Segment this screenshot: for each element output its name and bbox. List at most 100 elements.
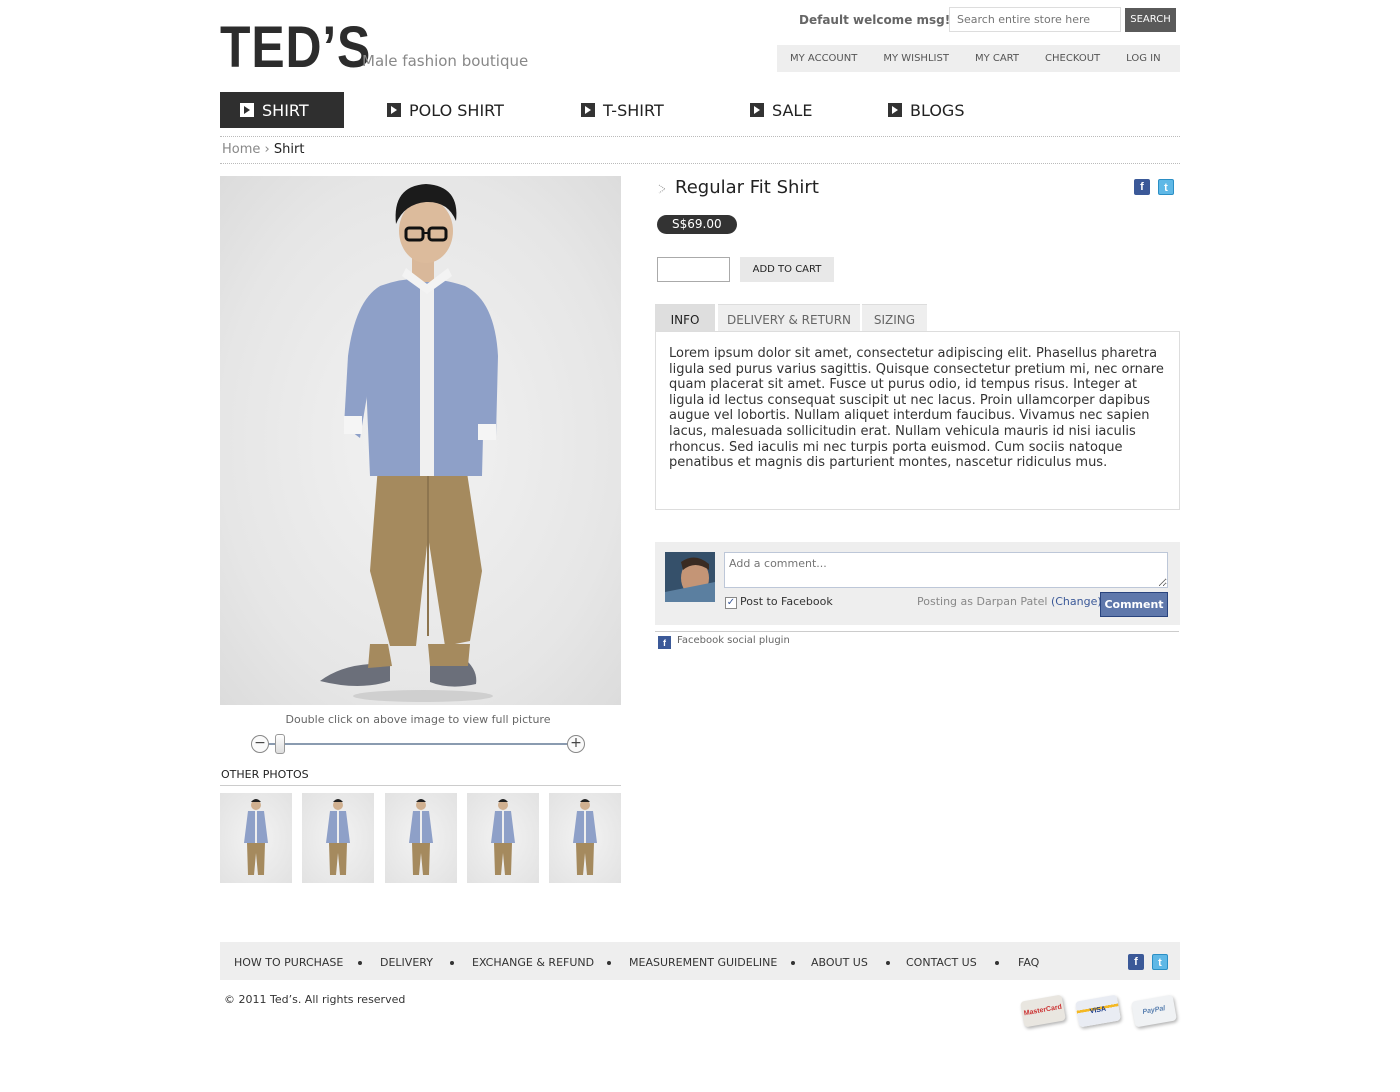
nav-item-label: POLO SHIRT [409,100,504,120]
breadcrumb-home[interactable]: Home [222,142,260,157]
footer-link-delivery[interactable]: DELIVERY [380,956,433,969]
quantity-input[interactable] [657,257,730,282]
site-tagline: Male fashion boutique [362,52,529,70]
post-to-facebook-label: Post to Facebook [740,595,833,608]
product-price: S$69.00 [657,215,737,234]
tab-info[interactable]: INFO [655,304,715,332]
nav-item-label: T-SHIRT [603,100,664,120]
nav-item-blogs[interactable]: BLOGS [888,92,964,128]
divider [655,631,1179,632]
divider [220,785,621,786]
footer-separator [358,961,362,965]
paypal-icon: PayPal [1131,994,1177,1028]
page-container: TEDʼS Male fashion boutique Default welc… [220,0,1180,1092]
copyright: © 2011 Ted’s. All rights reserved [224,993,406,1006]
footer-link-contact-us[interactable]: CONTACT US [906,956,977,969]
zoom-handle[interactable] [275,734,285,754]
nav-item-label: SALE [772,100,813,120]
model-thumbnail-image [491,799,515,875]
thumbnail-5[interactable] [549,793,621,883]
change-account-link[interactable]: (Change) [1051,595,1102,608]
welcome-message: Default welcome msg! [799,13,951,27]
zoom-in-icon[interactable]: + [567,735,585,753]
facebook-icon[interactable]: f [1128,954,1144,970]
model-thumbnail-image [409,799,433,875]
posting-as-label: Posting as Darpan Patel (Change) [917,595,1102,608]
my-cart-link[interactable]: MY CART [975,53,1019,64]
facebook-share-icon[interactable]: f [1134,179,1150,195]
log-in-link[interactable]: LOG IN [1126,53,1160,64]
breadcrumb-separator: › [264,142,270,157]
post-to-facebook-checkbox[interactable]: ✓ [725,597,737,609]
footer-separator [791,961,795,965]
tab-panel-info: Lorem ipsum dolor sit amet, consectetur … [655,331,1180,510]
thumbnail-strip [220,793,621,883]
site-logo[interactable]: TEDʼS [220,18,371,78]
thumbnail-2[interactable] [302,793,374,883]
model-thumbnail-image [244,799,268,875]
nav-item-polo-shirt[interactable]: POLO SHIRT [387,92,504,128]
other-photos-title: OTHER PHOTOS [221,768,309,781]
footer-separator [995,961,999,965]
image-hint: Double click on above image to view full… [285,713,551,726]
facebook-plugin-link[interactable]: Facebook social plugin [677,635,790,646]
breadcrumb-current: Shirt [273,142,305,157]
visa-icon: VISA [1075,994,1121,1028]
footer-link-faq[interactable]: FAQ [1018,956,1039,969]
arrow-right-icon [888,103,902,117]
footer-separator [886,961,890,965]
zoom-out-icon[interactable]: − [251,735,269,753]
thumbnail-1[interactable] [220,793,292,883]
checkout-link[interactable]: CHECKOUT [1045,53,1100,64]
nav-item-label: SHIRT [262,100,309,120]
arrow-right-icon [240,103,254,117]
breadcrumb: Home › Shirt [222,142,304,157]
my-wishlist-link[interactable]: MY WISHLIST [883,53,949,64]
nav-item-shirt[interactable]: SHIRT [220,92,344,128]
footer-link-exchange-refund[interactable]: EXCHANGE & REFUND [472,956,594,969]
footer-link-how-to-purchase[interactable]: HOW TO PURCHASE [234,956,343,969]
main-nav: SHIRT POLO SHIRT T-SHIRT SALE BLOGS [220,92,1180,128]
divider [220,136,1180,137]
comment-button[interactable]: Comment [1100,592,1168,617]
zoom-slider[interactable]: − + [251,734,586,754]
zoom-track [269,743,567,745]
add-to-cart-button[interactable]: ADD TO CART [740,257,834,282]
model-thumbnail-image [326,799,350,875]
tab-delivery-return[interactable]: DELIVERY & RETURN [718,304,860,332]
nav-item-t-shirt[interactable]: T-SHIRT [581,92,664,128]
product-title: Regular Fit Shirt [675,177,819,198]
posting-as-text: Posting as Darpan Patel [917,595,1048,608]
footer-link-about-us[interactable]: ABOUT US [811,956,868,969]
product-description: Lorem ipsum dolor sit amet, consectetur … [669,346,1164,471]
avatar [665,552,715,602]
twitter-icon[interactable]: t [1152,954,1168,970]
title-arrow-icon [658,184,666,194]
facebook-icon: f [658,636,671,649]
footer-separator [607,961,611,965]
thumbnail-4[interactable] [467,793,539,883]
nav-item-label: BLOGS [910,100,965,120]
footer-link-measurement-guideline[interactable]: MEASUREMENT GUIDELINE [629,956,777,969]
my-account-link[interactable]: MY ACCOUNT [790,53,857,64]
tab-sizing[interactable]: SIZING [862,304,927,332]
search-input[interactable] [949,7,1121,32]
comment-input[interactable] [724,552,1168,588]
arrow-right-icon [581,103,595,117]
twitter-share-icon[interactable]: t [1158,179,1174,195]
nav-item-sale[interactable]: SALE [750,92,812,128]
product-main-image[interactable] [220,176,621,705]
model-thumbnail-image [573,799,597,875]
divider [220,163,1180,164]
search-button[interactable]: SEARCH [1125,8,1176,32]
mastercard-icon: MasterCard [1020,994,1066,1028]
arrow-right-icon [750,103,764,117]
footer-separator [450,961,454,965]
account-links: MY ACCOUNT MY WISHLIST MY CART CHECKOUT … [777,45,1180,72]
thumbnail-3[interactable] [385,793,457,883]
facebook-comment-box: ✓ Post to Facebook Posting as Darpan Pat… [655,542,1180,625]
model-figure-image [320,184,498,702]
user-avatar-image [665,552,715,602]
footer-nav: HOW TO PURCHASE DELIVERY EXCHANGE & REFU… [220,942,1180,980]
arrow-right-icon [387,103,401,117]
